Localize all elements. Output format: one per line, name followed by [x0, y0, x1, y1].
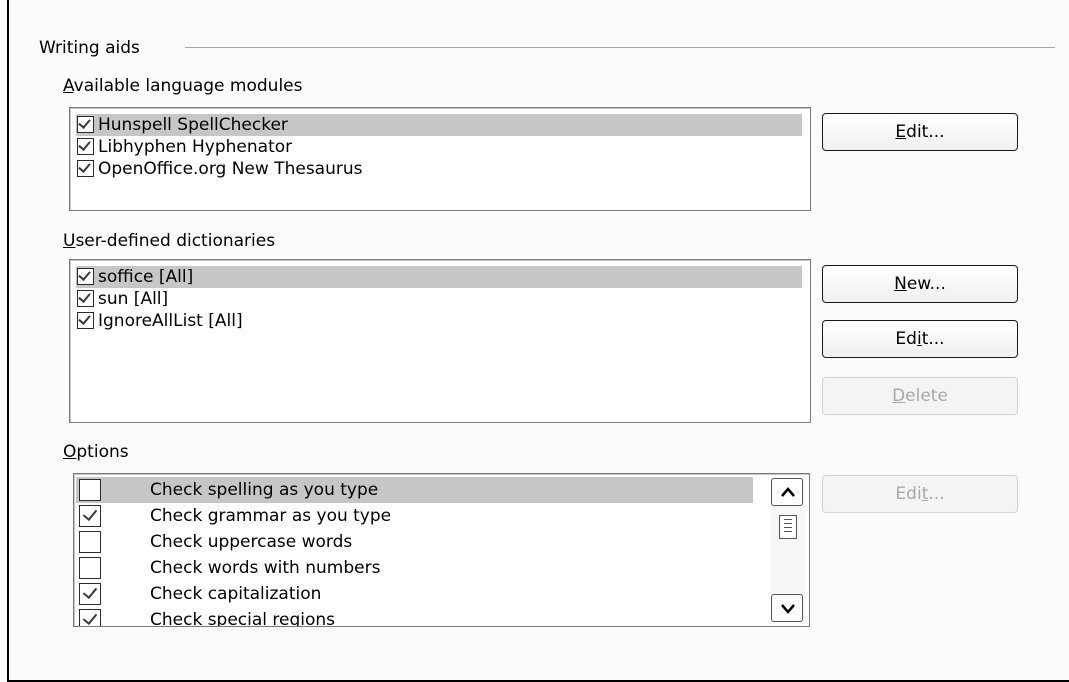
checkbox-thesaurus[interactable]	[77, 160, 94, 177]
options-list[interactable]: Check spelling as you type Check grammar…	[73, 473, 810, 627]
checkbox-ignoreall[interactable]	[77, 312, 94, 329]
list-item[interactable]: Check words with numbers	[76, 555, 753, 581]
options-scrollbar[interactable]	[771, 478, 805, 622]
dictionary-delete-button[interactable]: Delete	[822, 377, 1018, 415]
list-item-label: sun [All]	[98, 289, 169, 309]
checkbox-special-regions[interactable]	[79, 609, 101, 626]
list-item-label: Check capitalization	[150, 584, 322, 604]
writing-aids-dialog: Writing aids Available language modules …	[7, 0, 1069, 682]
checkbox-capitalization[interactable]	[79, 583, 101, 605]
scroll-down-button[interactable]	[771, 594, 803, 622]
dictionary-new-button[interactable]: New...	[822, 265, 1018, 303]
checkbox-libhyphen[interactable]	[77, 138, 94, 155]
list-item-label: OpenOffice.org New Thesaurus	[98, 159, 363, 179]
scroll-up-button[interactable]	[771, 478, 803, 506]
list-item-label: Check special regions	[150, 610, 336, 627]
list-item[interactable]: soffice [All]	[76, 266, 802, 288]
chevron-up-icon	[781, 487, 795, 497]
modules-label: Available language modules	[63, 76, 303, 96]
list-item[interactable]: Check capitalization	[76, 581, 753, 607]
list-item[interactable]: Check special regions	[76, 607, 753, 627]
list-item[interactable]: Check grammar as you type	[76, 503, 753, 529]
modules-list[interactable]: Hunspell SpellChecker Libhyphen Hyphenat…	[69, 107, 811, 211]
checkbox-uppercase-words[interactable]	[79, 531, 101, 553]
scroll-thumb[interactable]	[779, 515, 797, 539]
checkbox-sun[interactable]	[77, 290, 94, 307]
list-item[interactable]: Hunspell SpellChecker	[76, 114, 802, 136]
list-item[interactable]: sun [All]	[76, 288, 802, 310]
list-item-label: Check uppercase words	[150, 532, 353, 552]
checkbox-words-with-numbers[interactable]	[79, 557, 101, 579]
group-title: Writing aids	[39, 38, 140, 58]
list-item-label: Check spelling as you type	[150, 480, 379, 500]
list-item-label: Check grammar as you type	[150, 506, 392, 526]
options-label: Options	[63, 442, 129, 462]
list-item-label: IgnoreAllList [All]	[98, 311, 243, 331]
list-item[interactable]: Check spelling as you type	[76, 477, 753, 503]
list-item[interactable]: OpenOffice.org New Thesaurus	[76, 158, 802, 180]
list-item[interactable]: IgnoreAllList [All]	[76, 310, 802, 332]
checkbox-hunspell[interactable]	[77, 116, 94, 133]
options-edit-button[interactable]: Edit...	[822, 475, 1018, 513]
list-item-label: Hunspell SpellChecker	[98, 115, 288, 135]
dictionaries-label: User-defined dictionaries	[63, 231, 276, 251]
list-item-label: Check words with numbers	[150, 558, 381, 578]
checkbox-soffice[interactable]	[77, 268, 94, 285]
chevron-down-icon	[781, 604, 795, 614]
list-item-label: Libhyphen Hyphenator	[98, 137, 293, 157]
dictionary-edit-button[interactable]: Edit...	[822, 320, 1018, 358]
modules-edit-button[interactable]: Edit...	[822, 113, 1018, 151]
list-item[interactable]: Libhyphen Hyphenator	[76, 136, 802, 158]
checkbox-grammar-as-you-type[interactable]	[79, 505, 101, 527]
list-item[interactable]: Check uppercase words	[76, 529, 753, 555]
group-divider	[185, 47, 1055, 48]
dictionaries-list[interactable]: soffice [All] sun [All] IgnoreAllList [A…	[69, 259, 811, 423]
checkbox-spelling-as-you-type[interactable]	[79, 479, 101, 501]
list-item-label: soffice [All]	[98, 267, 194, 287]
